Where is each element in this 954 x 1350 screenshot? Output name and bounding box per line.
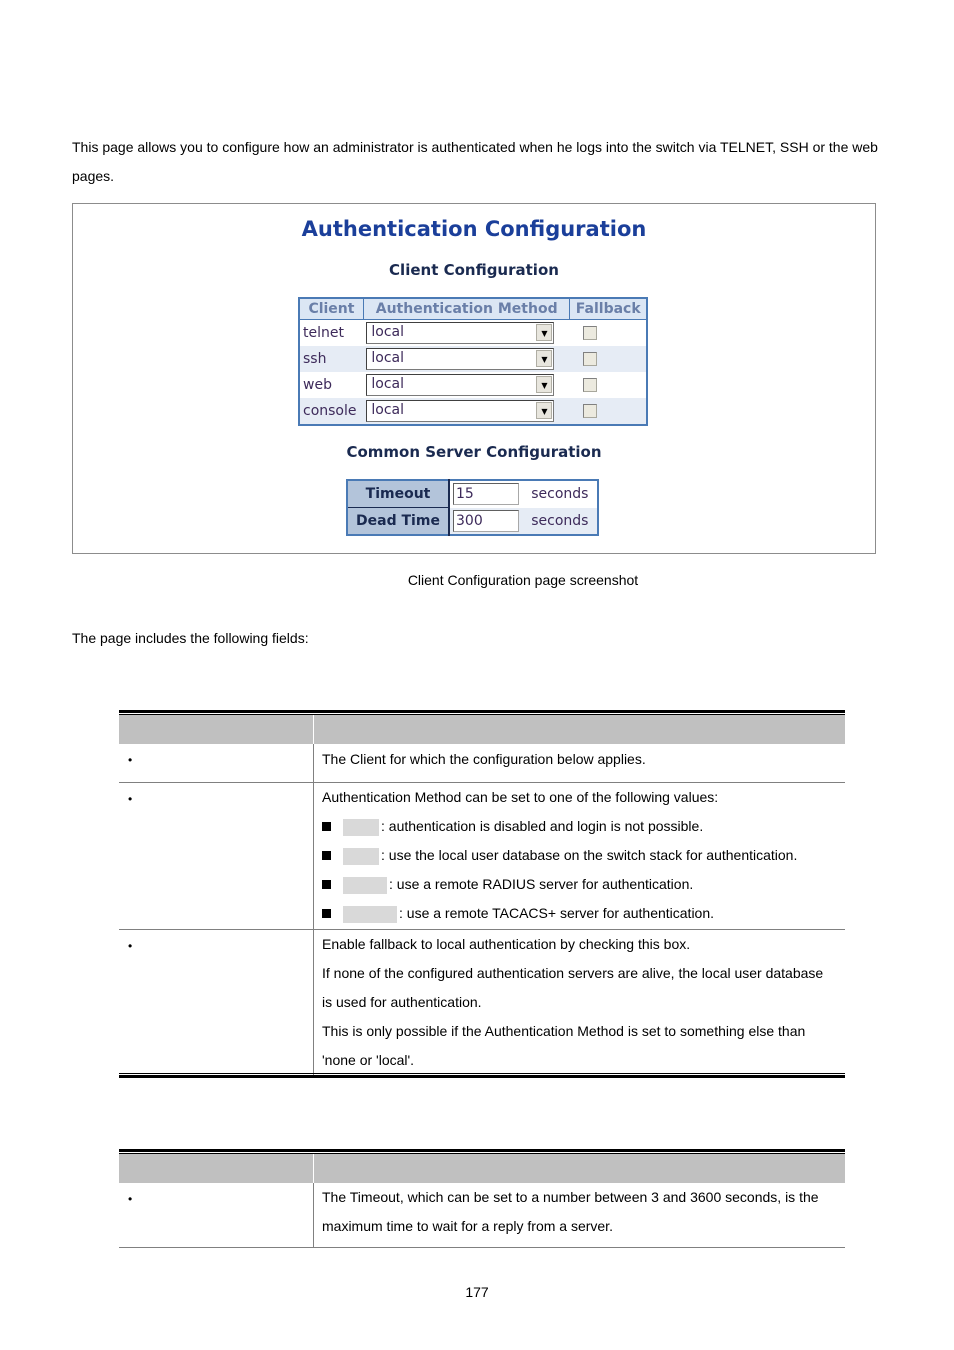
option-item: : authentication is disabled and login i…: [322, 812, 845, 841]
table-row: • Authentication Method can be set to on…: [119, 782, 845, 930]
client-row-web: web local ▼: [299, 372, 647, 398]
chevron-down-icon: ▼: [536, 350, 553, 367]
bullet: •: [128, 753, 133, 767]
table-row: • The Client for which the configuration…: [119, 744, 845, 783]
dead-time-input[interactable]: [453, 509, 519, 532]
fallback-checkbox-web[interactable]: [582, 378, 597, 392]
table-header: [119, 1154, 845, 1183]
chevron-down-icon: ▼: [536, 324, 553, 341]
fields-intro: The page includes the following fields:: [72, 630, 309, 646]
square-bullet-icon: [322, 908, 331, 918]
option-item: : use a remote TACACS+ server for authen…: [322, 899, 845, 928]
server-config-table: Timeout seconds Dead Time seconds: [346, 479, 599, 536]
col-header-client: Client: [299, 298, 364, 320]
redacted-label: [343, 818, 379, 836]
page-title: Authentication Configuration: [301, 217, 647, 241]
timeout-unit: seconds: [528, 480, 598, 508]
auth-method-select-web[interactable]: local ▼: [366, 374, 555, 396]
chevron-down-icon: ▼: [536, 402, 553, 419]
screenshot-figure: Authentication Configuration Client Conf…: [72, 203, 876, 554]
server-row-dead-time: Dead Time seconds: [347, 507, 598, 535]
bullet: •: [128, 792, 133, 806]
square-bullet-icon: [322, 850, 331, 860]
client-row-ssh: ssh local ▼: [299, 346, 647, 372]
col-header-fallback: Fallback: [569, 298, 647, 320]
client-config-heading: Client Configuration: [389, 261, 559, 279]
figure-caption: Client Configuration page screenshot: [407, 572, 639, 588]
table-row: • The Timeout, which can be set to a num…: [119, 1183, 845, 1248]
page-number: 177: [465, 1284, 489, 1300]
client-name: ssh: [299, 346, 364, 372]
dead-time-unit: seconds: [528, 507, 598, 535]
server-fields-table: • The Timeout, which can be set to a num…: [119, 1154, 845, 1248]
fallback-checkbox-telnet[interactable]: [582, 326, 597, 340]
client-name: console: [299, 398, 364, 425]
table-row: • Enable fallback to local authenticatio…: [119, 929, 845, 1075]
client-config-table: Client Authentication Method Fallback te…: [298, 297, 648, 426]
auth-method-select-console[interactable]: local ▼: [366, 400, 555, 422]
col-header-auth-method: Authentication Method: [362, 298, 570, 320]
client-name: web: [299, 372, 364, 398]
fallback-checkbox-console[interactable]: [582, 404, 597, 418]
server-config-heading: Common Server Configuration: [346, 443, 602, 461]
table-header: [119, 715, 845, 744]
client-row-telnet: telnet local ▼: [299, 319, 647, 346]
client-fields-table-bottombar: [119, 1073, 845, 1078]
client-name: telnet: [299, 319, 364, 346]
option-item: : use a remote RADIUS server for authent…: [322, 870, 845, 899]
auth-method-select-ssh[interactable]: local ▼: [366, 348, 555, 370]
fallback-checkbox-ssh[interactable]: [582, 352, 597, 366]
timeout-label: Timeout: [347, 480, 450, 508]
square-bullet-icon: [322, 879, 331, 889]
auth-method-select-telnet[interactable]: local ▼: [366, 322, 555, 344]
square-bullet-icon: [322, 821, 331, 831]
timeout-input[interactable]: [453, 483, 519, 506]
dead-time-label: Dead Time: [347, 507, 450, 535]
redacted-label: [343, 905, 397, 923]
client-fields-table: • The Client for which the configuration…: [119, 715, 845, 1075]
chevron-down-icon: ▼: [536, 376, 553, 393]
redacted-label: [343, 876, 387, 894]
option-item: : use the local user database on the swi…: [322, 841, 845, 870]
server-row-timeout: Timeout seconds: [347, 480, 598, 508]
bullet: •: [128, 1192, 133, 1206]
bullet: •: [128, 939, 133, 953]
intro-paragraph: This page allows you to configure how an…: [72, 139, 878, 184]
redacted-label: [343, 847, 379, 865]
client-row-console: console local ▼: [299, 398, 647, 425]
